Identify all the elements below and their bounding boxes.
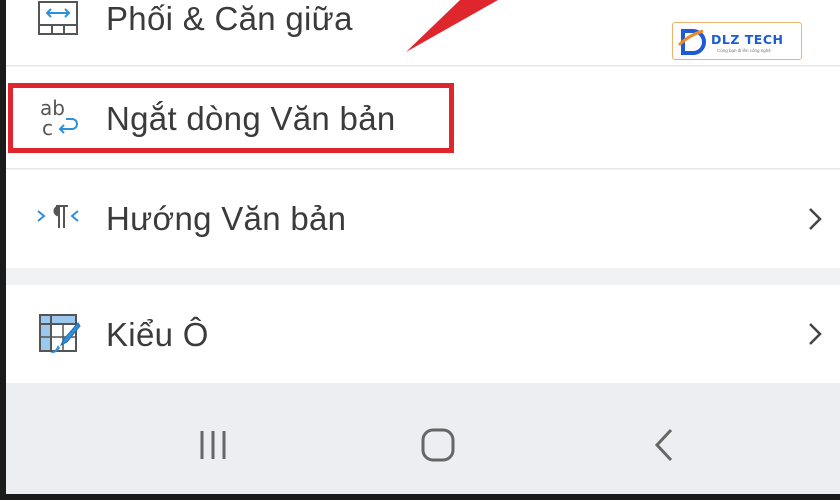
menu-item-label: Hướng Văn bản [106, 200, 347, 237]
dlz-tech-watermark-logo: DLZ TECH Cùng bạn đi lên công nghệ [672, 22, 802, 60]
back-icon [654, 428, 673, 462]
red-arrow-annotation [406, 0, 498, 52]
dlz-logo-icon [677, 29, 706, 55]
menu-item-text-direction[interactable]: Hướng Văn bản [6, 170, 840, 268]
watermark-brand: DLZ TECH [711, 32, 784, 47]
android-nav-bar [6, 383, 840, 494]
recent-apps-icon [200, 431, 226, 459]
chevron-right-icon [809, 208, 822, 230]
merge-cells-icon [34, 0, 82, 44]
back-button[interactable] [642, 423, 686, 467]
excel-mobile-format-menu: Phối & Căn giữa ab c Ngắt dòng Văn bản H… [6, 0, 840, 494]
watermark-tagline: Cùng bạn đi lên công nghệ [717, 48, 771, 53]
cell-style-icon [34, 309, 82, 357]
menu-item-label: Kiểu Ô [106, 316, 209, 353]
home-icon [421, 428, 455, 462]
text-direction-icon [34, 194, 82, 242]
menu-item-cell-style[interactable]: Kiểu Ô [6, 285, 840, 383]
highlight-annotation-box [8, 83, 454, 153]
recent-apps-button[interactable] [192, 423, 236, 467]
chevron-right-icon [809, 323, 822, 345]
menu-item-label: Phối & Căn giữa [106, 0, 353, 37]
home-button[interactable] [416, 423, 460, 467]
